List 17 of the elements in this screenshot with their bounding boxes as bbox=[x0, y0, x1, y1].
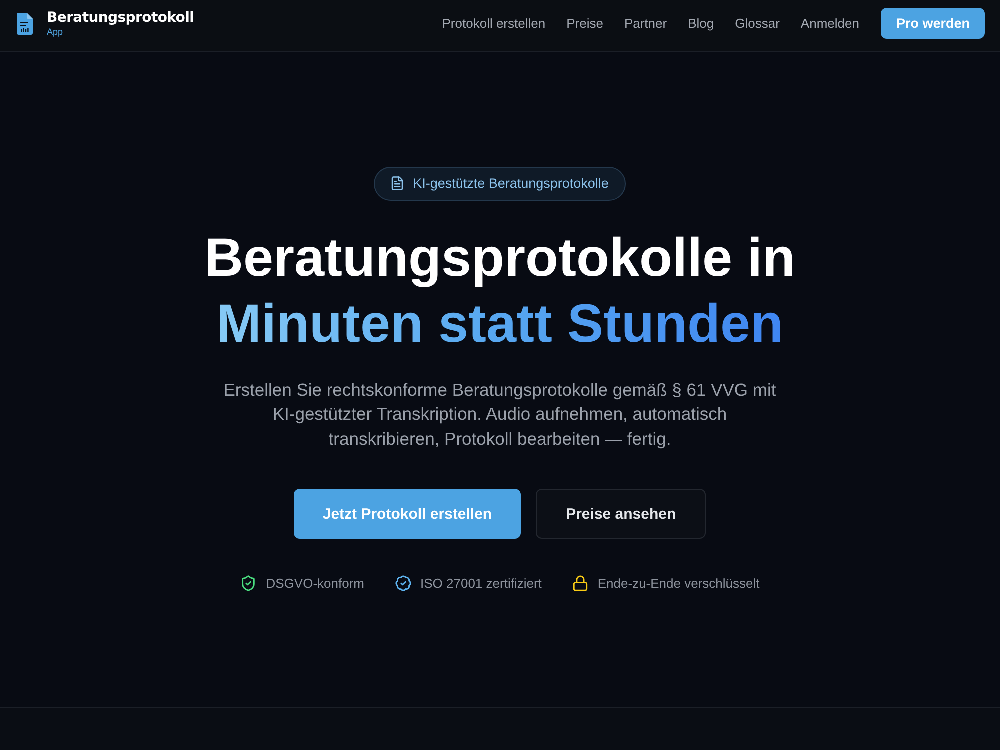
trust-label: DSGVO-konform bbox=[266, 576, 364, 592]
nav-link[interactable]: Protokoll erstellen bbox=[442, 16, 546, 31]
trust-label: ISO 27001 zertifiziert bbox=[420, 576, 542, 592]
brand-subtitle: App bbox=[47, 28, 64, 36]
nav-link[interactable]: Preise bbox=[566, 16, 604, 31]
secondary-button[interactable]: Preise ansehen bbox=[536, 489, 706, 540]
brand-title: Beratungsprotokoll bbox=[47, 10, 194, 24]
nav-link[interactable]: Blog bbox=[688, 16, 714, 31]
nav-link[interactable]: Anmelden bbox=[800, 16, 860, 31]
hero-description: Erstellen Sie rechtskonforme Beratungsprotokolle gemäß § 61 VVG mit KI-gestützter Transkription. Audio aufnehmen, automatisch transkribieren, Protokoll bearbeiten — fertig. bbox=[222, 378, 778, 451]
document-icon bbox=[17, 12, 33, 34]
trust-label: Ende-zu-Ende verschlüsselt bbox=[598, 576, 760, 592]
nav-link[interactable]: Glossar bbox=[735, 16, 780, 31]
document-icon bbox=[390, 176, 406, 192]
nav-link[interactable]: Partner bbox=[624, 16, 668, 31]
headline: Beratungsprotokolle in bbox=[204, 226, 796, 290]
badge-label: KI-gestützte Beratungsprotokolle bbox=[413, 176, 609, 192]
